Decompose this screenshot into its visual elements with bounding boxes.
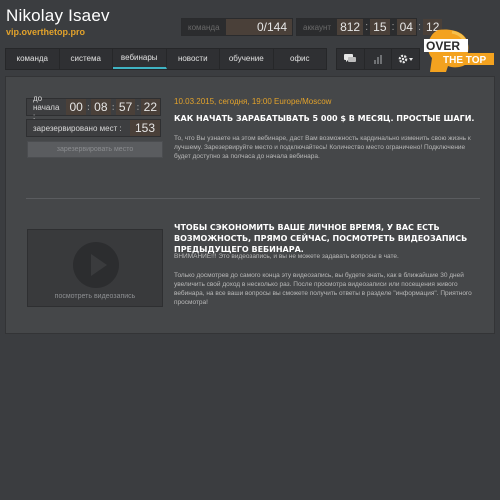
recording-note: ВНИМАНИЕ!!! Это видеозапись, и вы не мож…	[174, 253, 399, 260]
webinar-description: То, что Вы узнаете на этом вебинаре, дас…	[174, 135, 471, 160]
gear-icon	[398, 54, 413, 64]
play-button[interactable]	[73, 242, 119, 288]
chart-icon	[374, 55, 382, 64]
recording-description: Только досмотрев до самого конца эту вид…	[174, 272, 472, 306]
countdown-seconds: 57	[115, 99, 136, 115]
settings-button[interactable]	[392, 49, 419, 69]
reserved-seats: зарезервировано мест : 153	[26, 119, 161, 137]
nav-item-webinars[interactable]: вебинары	[113, 49, 167, 69]
account-counter: аккаунт 812 : 15 : 04 : 12	[296, 18, 443, 36]
countdown-label: до начала :	[33, 93, 60, 121]
stats-button[interactable]	[365, 49, 393, 69]
logo-text-over: OVER	[426, 39, 460, 53]
watch-recording-link[interactable]: посмотреть видеозапись	[28, 293, 162, 300]
webinar-date: 10.03.2015, сегодня, 19:00 Europe/Moscow	[174, 97, 332, 106]
nav-item-team[interactable]: команда	[6, 49, 60, 69]
reserved-label: зарезервировано мест :	[33, 123, 122, 133]
user-name: Nikolay Isaev	[6, 6, 110, 25]
nav-item-office[interactable]: офис	[274, 49, 327, 69]
video-recording[interactable]: посмотреть видеозапись	[27, 229, 163, 307]
user-link[interactable]: vip.overthetop.pro	[6, 27, 85, 37]
nav-item-news[interactable]: новости	[167, 49, 220, 69]
separator: :	[365, 21, 369, 33]
play-icon	[91, 254, 107, 276]
section-divider	[26, 198, 480, 199]
reserve-seat-button[interactable]: зарезервировать место	[27, 141, 163, 158]
webinar-title: КАК НАЧАТЬ ЗАРАБАТЫВАТЬ 5 000 $ В МЕСЯЦ.…	[174, 114, 475, 123]
nav-item-system[interactable]: система	[60, 49, 113, 69]
main-nav: команда система вебинары новости обучени…	[5, 48, 327, 70]
chat-button[interactable]	[337, 49, 365, 69]
account-label: аккаунт	[303, 22, 332, 32]
countdown-timer: до начала : 00 : 08 : 57 : 22	[26, 94, 161, 121]
team-counter: команда 0/144	[181, 18, 293, 36]
recording-title: ЧТОБЫ СЭКОНОМИТЬ ВАШЕ ЛИЧНОЕ ВРЕМЯ, У ВА…	[174, 223, 468, 254]
reserved-value: 153	[129, 120, 160, 136]
webinar-panel: до начала : 00 : 08 : 57 : 22 зарезервир…	[5, 76, 495, 334]
chat-icon	[344, 54, 357, 62]
nav-item-training[interactable]: обучение	[220, 49, 274, 69]
account-hours: 15	[370, 19, 390, 35]
countdown-minutes: 08	[91, 99, 111, 115]
countdown-frames: 22	[140, 99, 160, 115]
separator: :	[391, 21, 395, 33]
team-value: 0/144	[225, 19, 292, 35]
team-label: команда	[188, 22, 220, 32]
account-days: 812	[337, 19, 364, 35]
account-minutes: 04	[396, 19, 416, 35]
logo-text-the-top: THE TOP	[443, 55, 486, 66]
toolbar	[336, 48, 420, 70]
over-the-top-logo[interactable]: OVER THE TOP	[422, 28, 494, 72]
countdown-hours: 00	[66, 99, 86, 115]
